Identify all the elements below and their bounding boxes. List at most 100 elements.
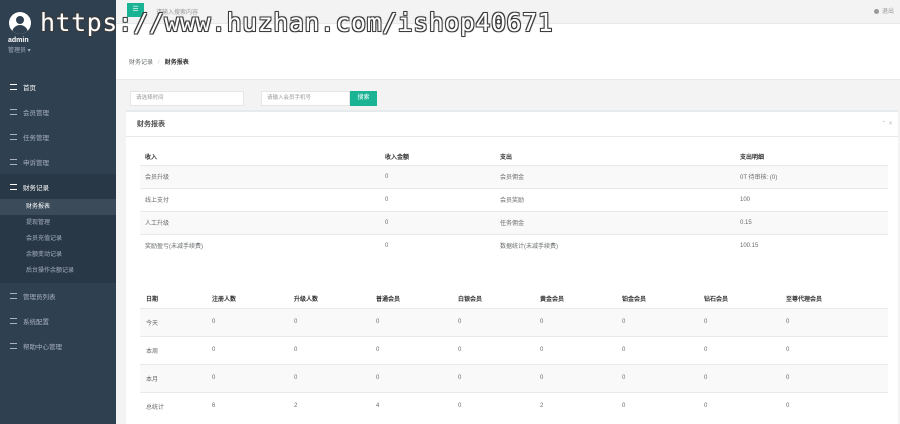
- table-cell: 0: [452, 335, 534, 364]
- table-header-row: 收入 收入金额 支出 支出明细: [140, 149, 888, 165]
- table-cell: 4: [370, 391, 452, 420]
- table-cell: 0: [370, 307, 452, 336]
- table-cell: 0: [370, 363, 452, 392]
- table-header-cell: 普通会员: [376, 297, 401, 304]
- table-cell: 0: [698, 335, 780, 364]
- table-cell: 奖励盈亏(未减手续费): [140, 233, 380, 257]
- search-button[interactable]: 搜索: [350, 91, 377, 106]
- table-cell: 0: [452, 391, 534, 420]
- summary-table: 收入 收入金额 支出 支出明细 会员升级 0 会员佣金 0T 待审核: (0) …: [140, 149, 888, 257]
- table-row: 线上支付 0 会员奖励 100: [140, 187, 888, 211]
- gear-icon: [10, 317, 17, 324]
- table-cell: 0: [616, 391, 698, 420]
- table-cell: 0: [452, 363, 534, 392]
- table-header-cell: 日期: [146, 297, 159, 304]
- table-cell: 0: [370, 335, 452, 364]
- table-cell: 0: [534, 335, 616, 364]
- sidebar-item-finance[interactable]: 财务记录: [0, 174, 116, 199]
- sidebar-item-label: 申诉管理: [23, 159, 49, 167]
- table-header-cell: 升级人数: [294, 297, 319, 304]
- sidebar-subitem-admin-balance[interactable]: 后台操作余额记录: [0, 263, 116, 279]
- table-cell: 0.15: [735, 210, 888, 234]
- table-row: 本周 0 0 0 0 0 0 0 0: [140, 335, 888, 364]
- table-header-cell: 支出明细: [740, 155, 765, 162]
- sidebar-item-help[interactable]: 帮助中心管理: [0, 333, 116, 358]
- users-icon: [10, 108, 17, 115]
- help-icon: [10, 342, 17, 349]
- panel-divider: [126, 136, 898, 137]
- logout-label: 退出: [881, 9, 894, 15]
- sidebar-subitem-balance[interactable]: 余额变动记录: [0, 247, 116, 263]
- date-picker-input[interactable]: 请选择时间: [130, 91, 244, 106]
- table-cell: 6: [206, 391, 288, 420]
- table-cell: 今天: [140, 307, 206, 336]
- table-cell: 0: [452, 307, 534, 336]
- avatar[interactable]: [9, 12, 31, 34]
- table-row: 本月 0 0 0 0 0 0 0 0: [140, 363, 888, 392]
- sidebar-item-label: 首页: [23, 84, 36, 92]
- table-cell: 0: [698, 307, 780, 336]
- panel-title: 财务报表: [137, 121, 165, 128]
- profile-role-dropdown[interactable]: 管理员 ▾: [8, 45, 31, 54]
- table-cell: 0: [616, 307, 698, 336]
- table-header-cell: 黄金会员: [540, 297, 565, 304]
- sidebar-item-label: 系统配置: [23, 318, 49, 326]
- sidebar-item-admins[interactable]: 管理员列表: [0, 283, 116, 308]
- sidebar-subitem-recharge[interactable]: 会员充值记录: [0, 231, 116, 247]
- table-cell: 0: [616, 335, 698, 364]
- table-cell: 0: [380, 164, 495, 188]
- table-row: 总统计 6 2 4 0 2 0 0 0: [140, 391, 888, 420]
- table-cell: 0: [698, 363, 780, 392]
- table-header-cell: 收入: [145, 155, 158, 162]
- table-cell: 0: [780, 363, 888, 392]
- user-icon: [10, 292, 17, 299]
- sidebar-subitem-withdraw[interactable]: 提现管理: [0, 215, 116, 231]
- breadcrumb-separator: /: [158, 60, 160, 66]
- table-row: 今天 0 0 0 0 0 0 0 0: [140, 307, 888, 336]
- panel-collapse-close-icons[interactable]: ⌃ ✕: [881, 120, 893, 127]
- flag-icon: [10, 158, 17, 165]
- home-icon: [10, 83, 17, 90]
- table-cell: 会员佣金: [495, 164, 735, 188]
- table-cell: 人工升级: [140, 210, 380, 234]
- table-row: 奖励盈亏(未减手续费) 0 数据统计(未减手续费) 100.15: [140, 233, 888, 257]
- table-header-cell: 铂金会员: [622, 297, 647, 304]
- sidebar: admin 管理员 ▾ 首页 会员管理 任务管理 申诉管理 财务记录 财务报表 …: [0, 0, 116, 424]
- table-header-cell: 至尊代理会员: [786, 297, 823, 304]
- sidebar-item-tasks[interactable]: 任务管理: [0, 124, 116, 149]
- table-row: 会员升级 0 会员佣金 0T 待审核: (0): [140, 164, 888, 188]
- sidebar-group-finance: 财务记录 财务报表 提现管理 会员充值记录 余额变动记录 后台操作余额记录: [0, 174, 116, 283]
- table-cell: 0: [780, 335, 888, 364]
- table-cell: 0: [534, 307, 616, 336]
- table-cell: 0: [780, 307, 888, 336]
- table-cell: 0: [288, 307, 370, 336]
- sidebar-item-home[interactable]: 首页: [0, 74, 116, 99]
- sidebar-item-label: 管理员列表: [23, 293, 56, 301]
- sidebar-subitem-report[interactable]: 财务报表: [0, 199, 116, 215]
- table-cell: 任务佣金: [495, 210, 735, 234]
- breadcrumb-parent[interactable]: 财务记录: [129, 60, 153, 66]
- breadcrumb: 财务记录 / 财务报表: [129, 57, 189, 66]
- table-cell: 0: [616, 363, 698, 392]
- money-icon: [10, 183, 17, 190]
- table-cell: 0: [380, 210, 495, 234]
- table-cell: 数据统计(未减手续费): [495, 233, 735, 257]
- table-cell: 0T 待审核: (0): [735, 164, 888, 188]
- sidebar-item-appeals[interactable]: 申诉管理: [0, 149, 116, 174]
- sidebar-item-settings[interactable]: 系统配置: [0, 308, 116, 333]
- table-cell: 0: [380, 187, 495, 211]
- table-cell: 0: [780, 391, 888, 420]
- logout-icon: [873, 8, 879, 14]
- finance-report-panel: 财务报表 ⌃ ✕ 收入 收入金额 支出 支出明细 会员升级 0 会员佣金 0T …: [126, 110, 898, 424]
- table-cell: 线上支付: [140, 187, 380, 211]
- table-cell: 0: [698, 391, 780, 420]
- table-header-cell: 注册人数: [212, 297, 237, 304]
- sidebar-item-members[interactable]: 会员管理: [0, 99, 116, 124]
- table-cell: 0: [380, 233, 495, 257]
- phone-search-input[interactable]: 请输入会员手机号: [261, 91, 350, 106]
- table-cell: 0: [288, 363, 370, 392]
- table-cell: 0: [206, 335, 288, 364]
- table-cell: 2: [288, 391, 370, 420]
- watermark-text: https://www.huzhan.com/ishop40671: [40, 8, 554, 37]
- logout-link[interactable]: 退出: [873, 6, 894, 15]
